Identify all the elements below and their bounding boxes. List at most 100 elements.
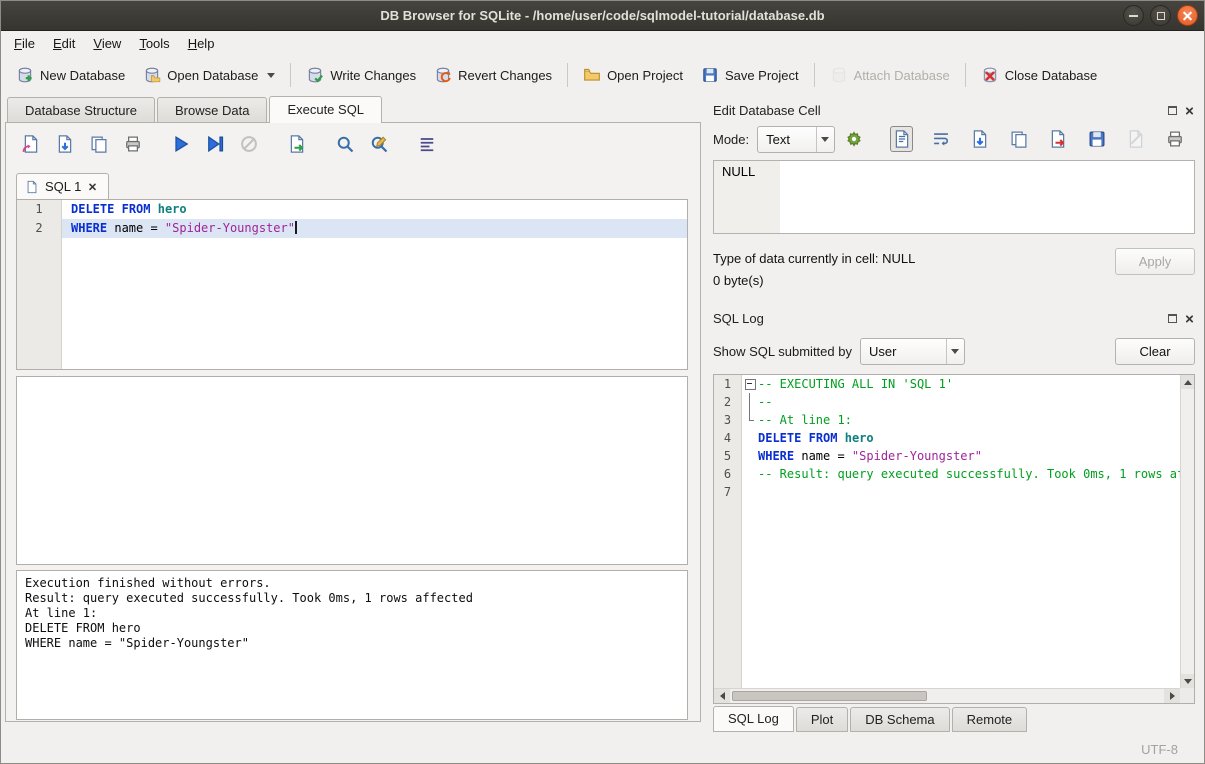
close-window-button[interactable] [1177, 5, 1198, 26]
sql-log-view[interactable]: 1 2 3 4 5 6 7 [713, 374, 1195, 704]
minimize-button[interactable] [1123, 5, 1144, 26]
open-database-button[interactable]: Open Database [134, 60, 284, 90]
maximize-button[interactable] [1150, 5, 1171, 26]
code-token: "Spider-Youngster" [852, 449, 982, 463]
close-panel-icon[interactable] [1185, 105, 1194, 114]
right-panel: Edit Database Cell Mode: Text [704, 95, 1204, 736]
save-sql-file-icon [55, 134, 75, 154]
submitter-select[interactable]: User [860, 338, 965, 365]
export-data-icon [287, 134, 307, 154]
float-panel-icon[interactable] [1168, 314, 1177, 323]
close-database-button[interactable]: Close Database [972, 60, 1107, 90]
menu-edit[interactable]: Edit [44, 33, 84, 54]
tab-db-schema[interactable]: DB Schema [850, 707, 949, 732]
float-panel-icon[interactable] [1168, 106, 1177, 115]
scroll-left-button[interactable] [714, 689, 730, 703]
sql-editor[interactable]: 1 2 DELETE FROM hero WHERE name = "Spide… [16, 199, 688, 370]
results-pane[interactable] [16, 376, 688, 565]
scroll-down-button[interactable] [1181, 674, 1194, 688]
toolbar-separator [965, 63, 966, 87]
execute-current-line-button[interactable] [202, 131, 228, 157]
copy-button[interactable] [1007, 126, 1030, 152]
word-wrap-button[interactable] [929, 126, 952, 152]
open-sql-file-button[interactable] [18, 131, 44, 157]
code-token: hero [158, 202, 187, 216]
tab-plot[interactable]: Plot [796, 707, 848, 732]
find-button[interactable] [332, 131, 358, 157]
export-data-button[interactable] [284, 131, 310, 157]
title-bar[interactable]: DB Browser for SQLite - /home/user/code/… [1, 1, 1204, 31]
code-token: hero [845, 431, 874, 445]
scrollbar-corner [1180, 688, 1194, 703]
scroll-up-button[interactable] [1181, 375, 1194, 389]
filter-label: Show SQL submitted by [713, 344, 852, 359]
save-project-button[interactable]: Save Project [692, 60, 808, 90]
text-mode-button[interactable] [890, 126, 913, 152]
tab-remote[interactable]: Remote [952, 707, 1028, 732]
log-vertical-scrollbar[interactable] [1180, 375, 1194, 688]
tab-sql-log[interactable]: SQL Log [713, 706, 794, 732]
print-cell-button[interactable] [1164, 126, 1187, 152]
clear-button[interactable]: Clear [1115, 338, 1195, 365]
tab-sql-1[interactable]: SQL 1 [16, 173, 109, 199]
menu-file[interactable]: File [5, 33, 44, 54]
save-sql-as-button[interactable] [86, 131, 112, 157]
export-text-button[interactable] [1046, 126, 1069, 152]
log-line [758, 483, 1180, 501]
line-number: 2 [17, 219, 61, 238]
fold-marker[interactable] [742, 375, 758, 393]
code-token: FROM [122, 202, 151, 216]
sql-tab-bar: SQL 1 [6, 165, 700, 199]
new-database-button[interactable]: New Database [7, 60, 134, 90]
save-text-button[interactable] [1086, 126, 1109, 152]
tab-browse-data[interactable]: Browse Data [157, 97, 267, 122]
mode-select[interactable]: Text [757, 126, 835, 153]
main-tab-bar: Database Structure Browse Data Execute S… [5, 95, 701, 123]
text-cursor [295, 221, 297, 234]
encoding-indicator[interactable]: UTF-8 [1141, 742, 1178, 757]
menu-help[interactable]: Help [179, 33, 224, 54]
auto-format-button[interactable] [414, 131, 440, 157]
save-sql-file-button[interactable] [52, 131, 78, 157]
import-text-button[interactable] [968, 126, 991, 152]
scroll-right-button[interactable] [1164, 689, 1180, 703]
find-replace-button[interactable] [366, 131, 392, 157]
apply-button[interactable]: Apply [1115, 248, 1195, 275]
close-tab-icon[interactable] [88, 182, 97, 191]
line-number: 2 [714, 393, 741, 411]
log-horizontal-scrollbar[interactable] [714, 688, 1180, 703]
settings-button[interactable] [843, 126, 866, 152]
print-button[interactable] [120, 131, 146, 157]
main-area: Database Structure Browse Data Execute S… [1, 95, 1204, 736]
open-project-button[interactable]: Open Project [574, 60, 692, 90]
write-changes-button[interactable]: Write Changes [297, 60, 425, 90]
menu-tools[interactable]: Tools [130, 33, 178, 54]
tab-execute-sql[interactable]: Execute SQL [269, 96, 382, 123]
message-pane[interactable]: Execution finished without errors. Resul… [16, 570, 688, 720]
cell-editor[interactable]: NULL [713, 160, 1195, 234]
chevron-down-icon[interactable] [267, 73, 275, 78]
mode-value: Text [758, 127, 816, 152]
tab-database-structure[interactable]: Database Structure [7, 97, 155, 122]
cell-type-info: Type of data currently in cell: NULL [713, 248, 1115, 270]
editor-line: DELETE FROM hero [62, 200, 687, 219]
toolbar-separator [814, 63, 815, 87]
maximize-icon [1157, 12, 1165, 20]
scrollbar-thumb[interactable] [732, 691, 927, 701]
close-panel-icon[interactable] [1185, 313, 1194, 322]
log-line: WHERE name = "Spider-Youngster" [758, 447, 1180, 465]
status-bar: UTF-8 [1, 736, 1204, 763]
line-number: 4 [714, 429, 741, 447]
edit-cell-mode-row: Mode: Text [713, 122, 1195, 156]
fold-gutter [742, 375, 758, 688]
menu-view[interactable]: View [84, 33, 130, 54]
execute-all-button[interactable] [168, 131, 194, 157]
stop-icon [239, 134, 259, 154]
button-label: Attach Database [854, 68, 950, 83]
editor-code-area[interactable]: DELETE FROM hero WHERE name = "Spider-Yo… [62, 200, 687, 369]
close-database-icon [981, 66, 999, 84]
export-text-icon [1048, 129, 1068, 149]
revert-changes-button[interactable]: Revert Changes [425, 60, 561, 90]
stop-button [236, 131, 262, 157]
cell-info-row: Type of data currently in cell: NULL 0 b… [713, 248, 1195, 292]
